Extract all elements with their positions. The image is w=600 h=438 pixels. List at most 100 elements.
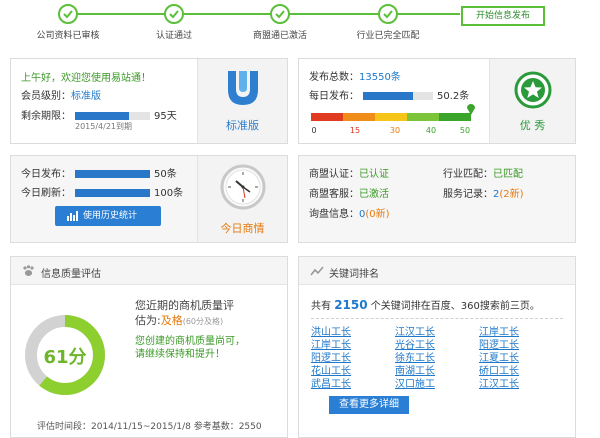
step-1-label: 公司资料已审核 — [36, 31, 100, 41]
score-value: 61分 — [43, 347, 87, 368]
inquiry-label: 询盘信息： — [309, 209, 359, 220]
step-4-label: 行业已完全匹配 — [356, 31, 420, 41]
quality-period: 评估时间段：2014/11/15~2015/1/8 参考基数：2550 — [37, 422, 262, 432]
quality-panel-header: 信息质量评估 — [11, 257, 287, 285]
today-publish-bar-fill — [75, 170, 150, 178]
remaining-label: 剩余期限： — [21, 111, 71, 122]
rating-box: 优 秀 — [489, 59, 575, 143]
keywords-summary: 共有 2150 个关键词排在百度、360搜索前三页。 — [311, 297, 540, 312]
quality-message-line1: 您近期的商机质量评 — [135, 299, 234, 312]
remaining-bar — [75, 112, 150, 120]
gauge-seg-2 — [343, 113, 375, 121]
step-3-label: 商盟通已激活 — [252, 31, 308, 41]
keyword-link[interactable]: 江汉工长 — [479, 375, 519, 390]
gauge-tick-0: 0 — [311, 126, 317, 135]
quality-message-prefix: 估为: — [135, 314, 161, 327]
remaining-value: 95天 — [154, 111, 177, 122]
remaining-row: 剩余期限： 95天 — [21, 107, 177, 122]
total-publish-value: 13550条 — [359, 72, 401, 83]
industry-match-row: 行业匹配：已匹配 — [443, 165, 523, 180]
star-badge-icon — [514, 71, 552, 109]
gauge-tick-30: 30 — [389, 126, 401, 135]
today-publish-row: 今日发布： 50条 — [21, 165, 177, 180]
status-panel: 商盟认证：已认证 行业匹配：已匹配 商盟客服：已激活 服务记录：2(2新) 询盘… — [298, 155, 576, 243]
industry-match-label: 行业匹配： — [443, 169, 493, 180]
step-2-check-icon — [164, 4, 184, 24]
gauge-seg-1 — [311, 113, 343, 121]
industry-match-value: 已匹配 — [493, 169, 523, 180]
keywords-panel: 关键词排名 共有 2150 个关键词排在百度、360搜索前三页。 洪山工长 江汉工… — [298, 256, 576, 438]
member-level-value[interactable]: 标准版 — [71, 91, 101, 102]
service-record-new[interactable]: (2新) — [499, 189, 523, 200]
publish-gauge — [311, 113, 471, 123]
quality-advice-line2: 请继续保持和提升！ — [135, 349, 225, 360]
keywords-panel-title: 关键词排名 — [329, 269, 379, 280]
alliance-cert-row: 商盟认证：已认证 — [309, 165, 389, 180]
today-publish-value: 50条 — [154, 169, 177, 180]
clock-icon — [220, 164, 266, 210]
total-publish-label: 发布总数： — [309, 72, 359, 83]
alliance-cert-label: 商盟认证： — [309, 169, 359, 180]
alliance-cert-value: 已认证 — [359, 169, 389, 180]
quality-message-line2: 估为:及格(60分及格) — [135, 312, 223, 328]
history-stats-label: 使用历史统计 — [83, 211, 138, 221]
daily-publish-row: 每日发布： 50.2条 — [309, 87, 469, 102]
gauge-tick-15: 15 — [349, 126, 361, 135]
today-refresh-value: 100条 — [154, 188, 184, 199]
keywords-panel-header: 关键词排名 — [299, 257, 575, 285]
service-record-row[interactable]: 服务记录：2(2新) — [443, 185, 524, 200]
progress-steps: 公司资料已审核 认证通过 商盟通已激活 行业已完全匹配 开始信息发布 — [0, 0, 600, 48]
quality-panel: 信息质量评估 61分 您近期的商机质量评 估为:及格(60分及格) 您创建的商机… — [10, 256, 288, 438]
edition-box[interactable]: 标准版 — [197, 59, 287, 143]
today-refresh-row: 今日刷新： 100条 — [21, 184, 183, 199]
quality-panel-title: 信息质量评估 — [41, 269, 101, 280]
greeting-text: 上午好，欢迎您使用易站通！ — [21, 73, 151, 84]
total-publish-row: 发布总数：13550条 — [309, 68, 401, 83]
keywords-summary-suffix: 个关键词排在百度、360搜索前三页。 — [370, 301, 540, 312]
edition-logo-icon — [228, 71, 258, 105]
alliance-service-value: 已激活 — [359, 189, 389, 200]
edition-label: 标准版 — [226, 119, 259, 132]
keyword-link[interactable]: 武昌工长 — [311, 375, 351, 390]
expiry-date: 2015/4/21到期 — [75, 122, 133, 131]
daily-publish-bar-fill — [363, 92, 414, 100]
daily-publish-value: 50.2条 — [437, 91, 470, 102]
quality-grade-note: (60分及格) — [182, 317, 224, 326]
paw-icon — [23, 265, 34, 276]
today-publish-bar — [75, 170, 150, 178]
service-record-label: 服务记录： — [443, 189, 493, 200]
keyword-link[interactable]: 汉口施工 — [395, 375, 435, 390]
daily-publish-label: 每日发布： — [309, 91, 359, 102]
today-panel: 今日发布： 50条 今日刷新： 100条 使用历史统计 今日商情 — [10, 155, 288, 243]
gauge-seg-3 — [375, 113, 407, 121]
step-3-check-icon — [270, 4, 290, 24]
quality-grade: 及格 — [160, 314, 183, 327]
step-4-check-icon — [378, 4, 398, 24]
today-business-label: 今日商情 — [220, 222, 265, 235]
inquiry-row[interactable]: 询盘信息：0(0新) — [309, 205, 390, 220]
alliance-service-label: 商盟客服： — [309, 189, 359, 200]
account-panel: 上午好，欢迎您使用易站通！ 会员级别：标准版 剩余期限： 95天 2015/4/2… — [10, 58, 288, 144]
trend-chart-icon — [310, 266, 324, 276]
member-level-row: 会员级别：标准版 — [21, 87, 101, 102]
today-publish-label: 今日发布： — [21, 169, 71, 180]
history-stats-button[interactable]: 使用历史统计 — [55, 206, 161, 226]
publish-panel: 发布总数：13550条 每日发布： 50.2条 0 15 30 40 50 优 秀 — [298, 58, 576, 144]
step-1-check-icon — [58, 4, 78, 24]
gauge-tick-50: 50 — [459, 126, 471, 135]
gauge-ticks: 0 15 30 40 50 — [311, 126, 471, 136]
gauge-seg-4 — [407, 113, 439, 121]
today-business-box[interactable]: 今日商情 — [197, 156, 287, 242]
keywords-count: 2150 — [334, 298, 368, 312]
remaining-bar-fill — [75, 112, 129, 120]
step-2-label: 认证通过 — [155, 31, 193, 41]
gauge-tick-40: 40 — [425, 126, 437, 135]
keywords-divider — [311, 318, 563, 319]
start-publish-button[interactable]: 开始信息发布 — [461, 6, 545, 26]
view-more-button[interactable]: 查看更多详细 — [329, 396, 409, 414]
today-refresh-bar-fill — [75, 189, 150, 197]
gauge-marker-icon — [467, 104, 475, 115]
inquiry-new[interactable]: (0新) — [365, 209, 389, 220]
progress-line — [68, 13, 460, 15]
today-refresh-label: 今日刷新： — [21, 188, 71, 199]
